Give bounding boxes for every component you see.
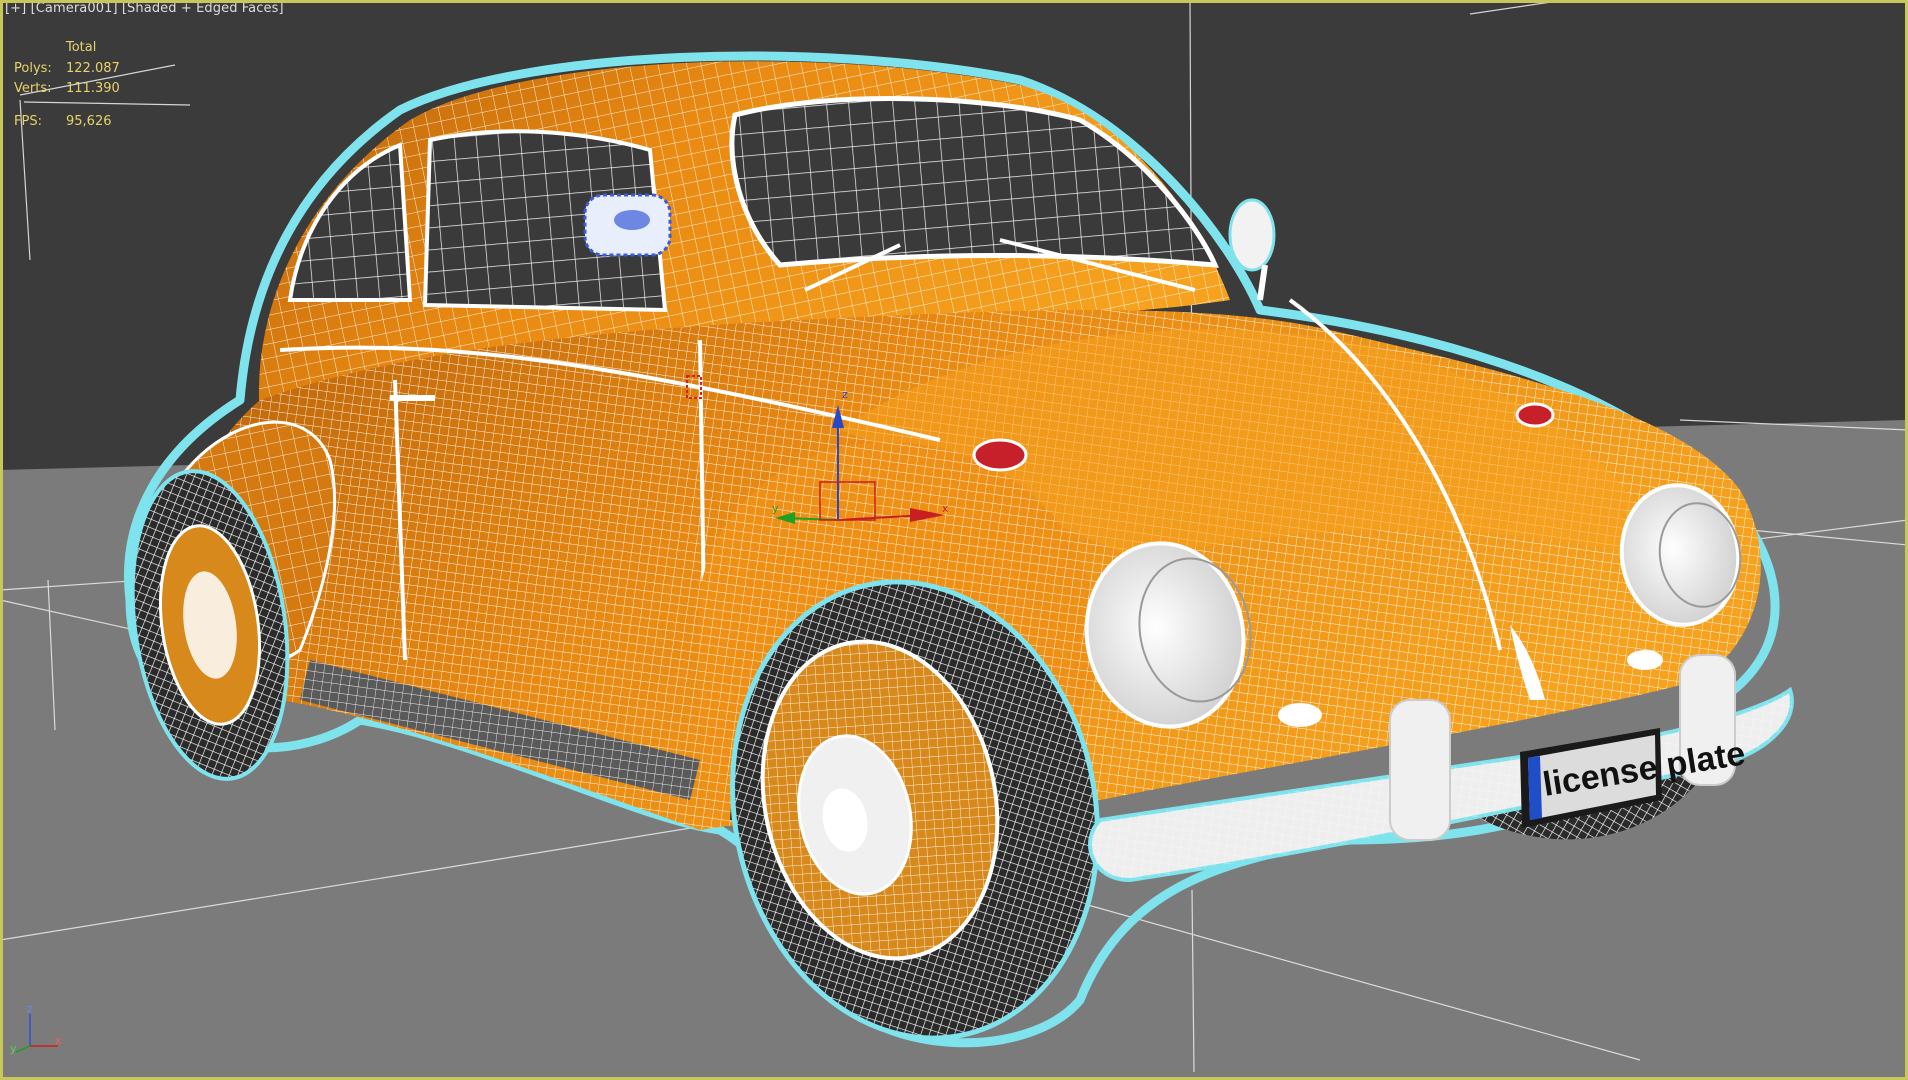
viewport-plus-menu[interactable]: [+] <box>5 1 26 16</box>
gizmo-y-label: y <box>772 502 779 515</box>
axis-z-label: z <box>27 1002 33 1015</box>
axis-y-label: y <box>10 1042 17 1055</box>
gizmo-z-label: z <box>842 388 848 401</box>
gizmo-x-label: x <box>942 502 949 515</box>
viewport-shading-menu[interactable]: [Shaded + Edged Faces] <box>122 1 284 16</box>
viewport-label-menu[interactable]: [+] [Camera001] [Shaded + Edged Faces] <box>5 1 284 16</box>
viewport-scene[interactable]: license plate z x y <box>0 0 1908 1080</box>
horn-grille-right <box>1627 650 1663 670</box>
fps-label: FPS: <box>14 113 42 129</box>
viewport-camera-menu[interactable]: [Camera001] <box>31 1 118 16</box>
fps-value: 95,626 <box>66 113 112 129</box>
verts-value: 111.390 <box>66 81 120 96</box>
turn-signal-left <box>972 438 1028 472</box>
camera-viewport[interactable]: license plate z x y [+] [Camera001] [Sha… <box>0 0 1908 1080</box>
polys-value: 122.087 <box>66 60 120 76</box>
viewport-statistics: Total Polys: 122.087 Verts: 111.390 FPS: 95… <box>14 38 120 132</box>
verts-label: Verts: <box>14 81 52 96</box>
side-mirror <box>1228 198 1276 272</box>
axis-x-label: x <box>55 1034 62 1047</box>
bumper-guard-left <box>1389 699 1451 841</box>
world-axis-tripod: z x y <box>10 1002 62 1055</box>
door-handle <box>390 395 435 401</box>
polys-label: Polys: <box>14 60 52 76</box>
stats-header: Total <box>66 40 97 55</box>
turn-signal-right <box>1515 402 1555 428</box>
horn-grille-left <box>1278 703 1322 727</box>
